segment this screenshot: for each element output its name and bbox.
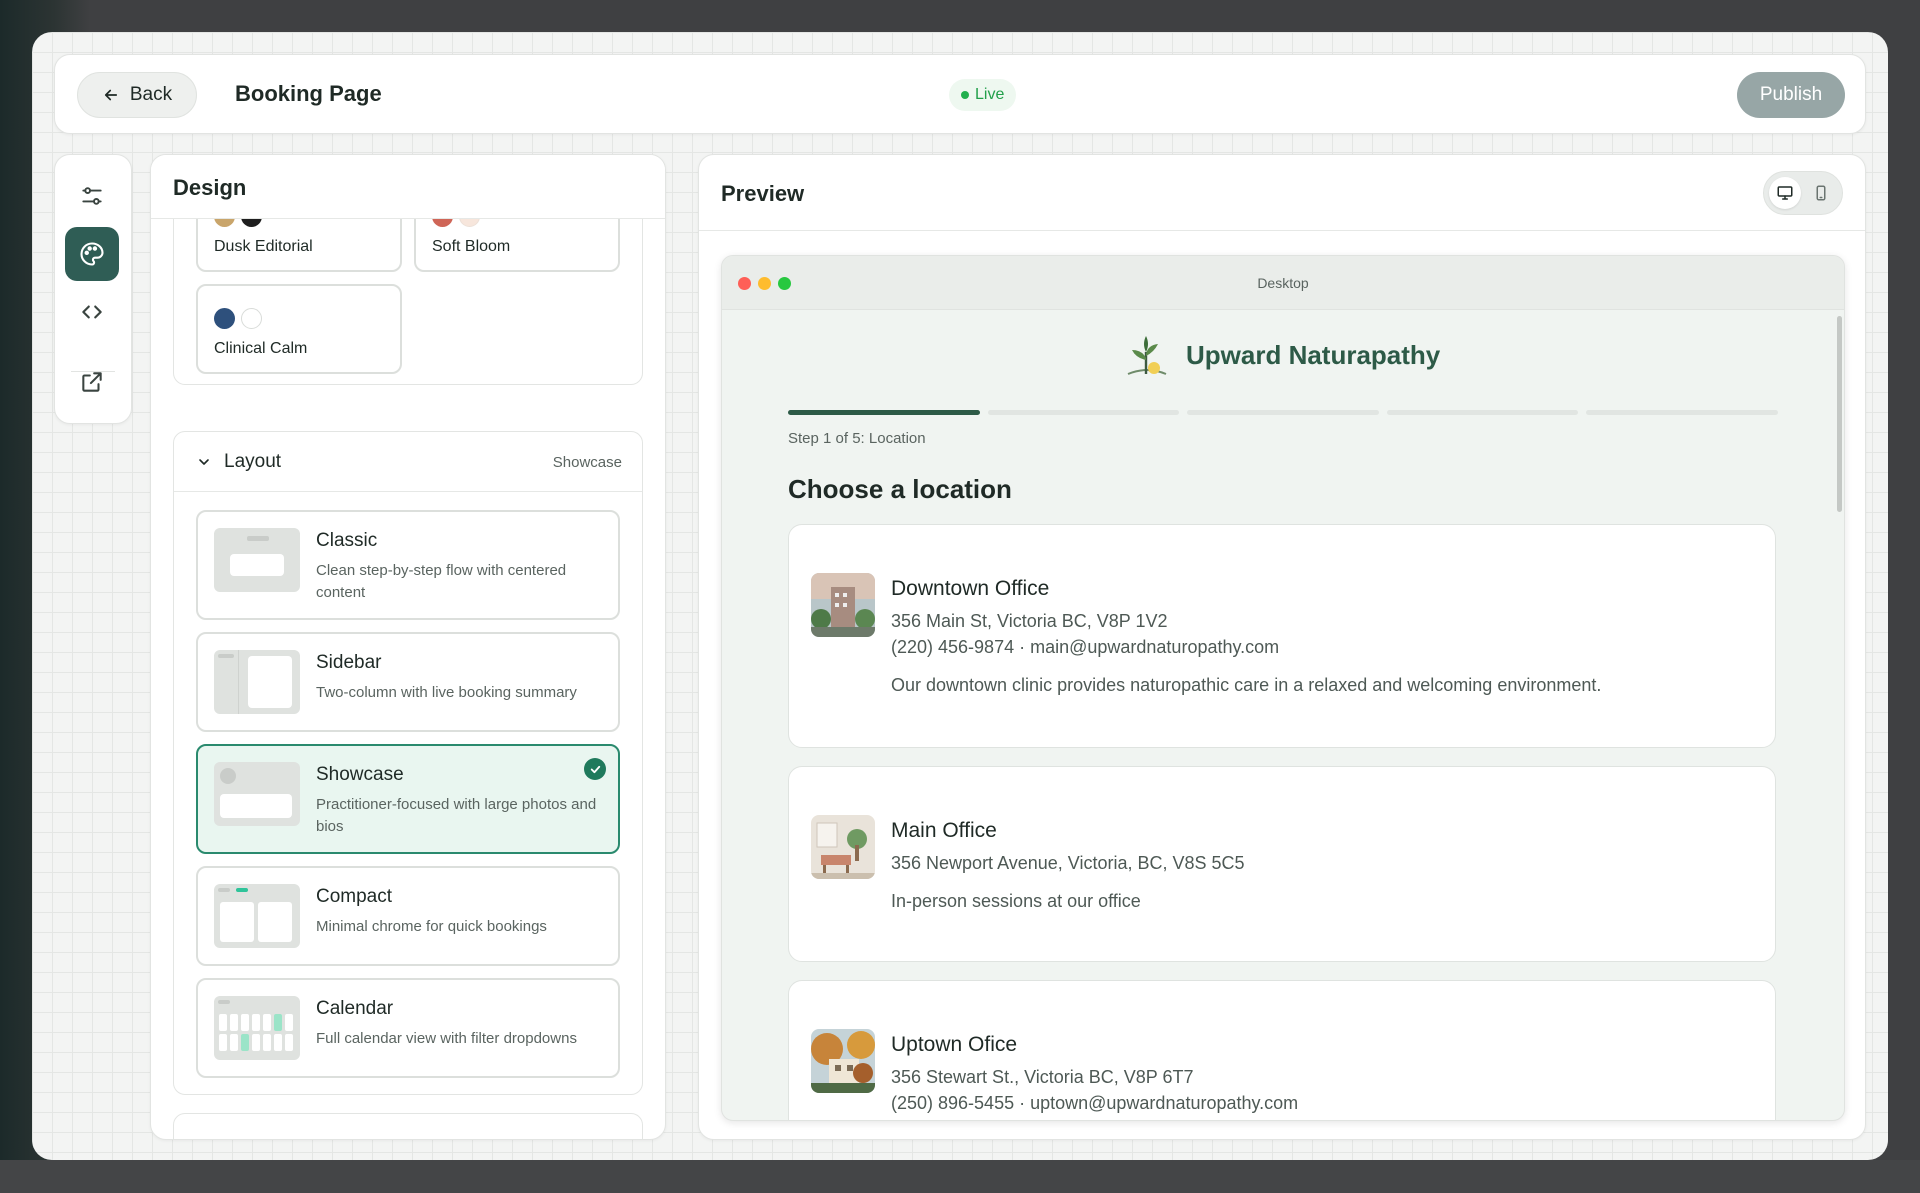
monitor-icon bbox=[1777, 186, 1793, 200]
sprout-logo-icon bbox=[1127, 336, 1167, 375]
layout-title: Layout bbox=[224, 451, 282, 472]
back-button[interactable]: Back bbox=[77, 72, 197, 118]
showcase-thumbnail bbox=[214, 762, 300, 826]
location-photo bbox=[811, 573, 875, 637]
brand: Upward Naturapathy bbox=[1122, 330, 1440, 380]
browser-preview-frame: Desktop Upward Naturapathy Step 1 of 5: … bbox=[721, 255, 1845, 1121]
location-photo bbox=[811, 1029, 875, 1093]
option-description: Minimal chrome for quick bookings bbox=[316, 918, 547, 935]
top-bar: Back Booking Page Live Publish bbox=[54, 54, 1866, 134]
live-dot-icon bbox=[961, 91, 969, 99]
layout-option-calendar[interactable]: Calendar Full calendar view with filter … bbox=[196, 978, 620, 1078]
progress-segment bbox=[987, 410, 1180, 415]
option-description: Full calendar view with filter dropdowns bbox=[316, 1030, 577, 1047]
design-title: Design bbox=[173, 175, 247, 200]
compact-thumbnail bbox=[214, 884, 300, 948]
preview-header: Preview bbox=[699, 155, 1865, 231]
chevron-down-icon bbox=[199, 459, 209, 465]
option-description: Clean step-by-step flow with centered co… bbox=[316, 562, 567, 601]
selected-check-icon bbox=[584, 758, 606, 780]
layout-option-showcase[interactable]: Showcase Practitioner-focused with large… bbox=[196, 744, 620, 854]
location-card-uptown[interactable]: Uptown Ofice 356 Stewart St., Victoria B… bbox=[788, 980, 1776, 1120]
location-address: 356 Stewart St., Victoria BC, V8P 6T7 bbox=[891, 1067, 1194, 1087]
layout-selected-value: Showcase bbox=[552, 454, 622, 471]
preview-scrollbar[interactable] bbox=[1837, 316, 1842, 512]
mobile-view-button[interactable] bbox=[1805, 177, 1837, 209]
layout-option-classic[interactable]: Classic Clean step-by-step flow with cen… bbox=[196, 510, 620, 620]
location-contact: (220) 456-9874 · main@upwardnaturopathy.… bbox=[891, 637, 1280, 657]
design-tool-button[interactable] bbox=[65, 227, 119, 281]
theme-name: Clinical Calm bbox=[214, 340, 308, 357]
location-card-downtown[interactable]: Downtown Office 356 Main St, Victoria BC… bbox=[788, 524, 1776, 748]
theme-name: Soft Bloom bbox=[432, 238, 511, 255]
calendar-thumbnail bbox=[214, 996, 300, 1060]
sliders-icon bbox=[82, 187, 102, 205]
open-external-button[interactable] bbox=[65, 355, 119, 409]
location-card-main[interactable]: Main Office 356 Newport Avenue, Victoria… bbox=[788, 766, 1776, 962]
progress-segment bbox=[1386, 410, 1579, 415]
desktop-view-button[interactable] bbox=[1769, 177, 1801, 209]
embed-code-button[interactable] bbox=[65, 285, 119, 339]
phone-icon bbox=[1816, 185, 1826, 201]
choose-location-heading: Choose a location bbox=[788, 474, 1012, 504]
classic-thumbnail bbox=[214, 528, 300, 592]
browser-chrome: Desktop bbox=[722, 256, 1844, 310]
theme-card-clinical-calm[interactable]: Clinical Calm bbox=[196, 284, 402, 374]
preview-panel: Preview Desktop Upward Naturapathy Step … bbox=[698, 154, 1866, 1140]
page-title: Booking Page bbox=[235, 81, 382, 106]
settings-tool-button[interactable] bbox=[65, 169, 119, 223]
layout-option-compact[interactable]: Compact Minimal chrome for quick booking… bbox=[196, 866, 620, 966]
option-title: Classic bbox=[316, 530, 378, 551]
preview-title: Preview bbox=[721, 181, 805, 206]
swatch-navy bbox=[214, 308, 235, 329]
tool-rail bbox=[54, 154, 132, 424]
publish-button[interactable]: Publish bbox=[1737, 72, 1845, 118]
location-name: Downtown Office bbox=[891, 577, 1050, 600]
brand-name: Upward Naturapathy bbox=[1186, 339, 1441, 370]
arrow-left-icon bbox=[104, 89, 117, 101]
location-name: Uptown Ofice bbox=[891, 1033, 1018, 1056]
option-title: Calendar bbox=[316, 998, 394, 1019]
option-description: Practitioner-focused with large photos a… bbox=[316, 796, 597, 835]
layout-option-sidebar[interactable]: Sidebar Two-column with live booking sum… bbox=[196, 632, 620, 732]
option-description: Two-column with live booking summary bbox=[316, 684, 577, 701]
option-title: Compact bbox=[316, 886, 393, 907]
location-address: 356 Newport Avenue, Victoria, BC, V8S 5C… bbox=[891, 853, 1245, 873]
palette-icon bbox=[80, 242, 104, 266]
device-toggle bbox=[1763, 171, 1843, 215]
location-description: In-person sessions at our office bbox=[891, 891, 1141, 911]
progress-segment bbox=[788, 410, 980, 415]
app-window: Back Booking Page Live Publish Design Du… bbox=[32, 32, 1888, 1160]
location-name: Main Office bbox=[891, 819, 997, 842]
sidebar-thumbnail bbox=[214, 650, 300, 714]
location-contact: (250) 896-5455 · uptown@upwardnaturopath… bbox=[891, 1093, 1299, 1113]
layout-section-header[interactable]: Layout Showcase bbox=[174, 432, 642, 492]
theme-name: Dusk Editorial bbox=[214, 238, 313, 255]
location-address: 356 Main St, Victoria BC, V8P 1V2 bbox=[891, 611, 1168, 631]
step-label: Step 1 of 5: Location bbox=[788, 430, 926, 447]
option-title: Showcase bbox=[316, 764, 404, 785]
progress-segment bbox=[1187, 410, 1379, 415]
status-label: Live bbox=[975, 86, 1005, 103]
status-badge: Live bbox=[949, 79, 1017, 111]
device-label: Desktop bbox=[1257, 275, 1309, 291]
design-header: Design bbox=[151, 155, 665, 219]
swatch-white bbox=[241, 308, 262, 329]
design-panel: Design Dusk Editorial Soft Bloom Clinica… bbox=[150, 154, 666, 1140]
progress-segment bbox=[1586, 410, 1778, 415]
external-link-icon bbox=[82, 372, 102, 392]
location-photo bbox=[811, 815, 875, 879]
layout-section: Layout Showcase Classic Clean step-by-st… bbox=[173, 431, 643, 1095]
next-section-collapsed[interactable] bbox=[173, 1113, 643, 1139]
code-icon bbox=[82, 305, 102, 319]
step-progress bbox=[788, 410, 1778, 415]
location-description: Our downtown clinic provides naturopathi… bbox=[891, 675, 1602, 695]
option-title: Sidebar bbox=[316, 652, 382, 673]
back-label: Back bbox=[129, 84, 173, 105]
